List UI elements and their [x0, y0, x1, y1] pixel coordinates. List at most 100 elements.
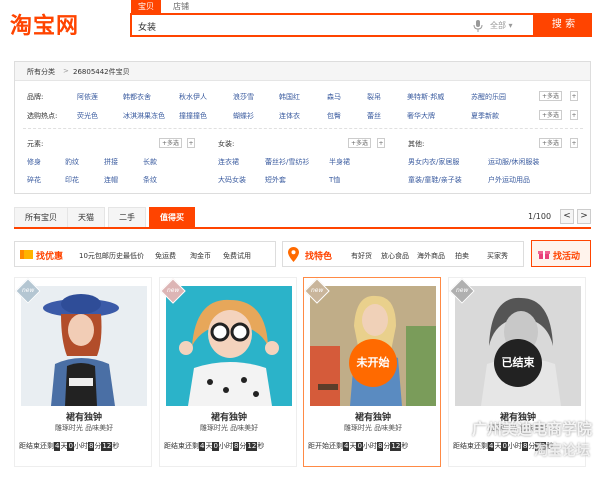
find-activity-button[interactable]: 找活动 — [531, 240, 591, 267]
countdown-prefix: 距结束还剩 — [164, 442, 199, 450]
style-item[interactable]: 条纹 — [143, 175, 157, 185]
tab-second-hand[interactable]: 二手 — [108, 207, 146, 227]
women-item[interactable]: 蕾丝衫/雪纺衫 — [265, 157, 309, 167]
tab-all-items[interactable]: 所有宝贝 — [14, 207, 68, 227]
special-title[interactable]: 找特色 — [305, 249, 332, 262]
hot-item[interactable]: 包臀 — [327, 111, 341, 121]
countdown: 距开始还剩4天0小时8分12秒 — [308, 441, 440, 451]
women-item[interactable]: 半身裙 — [329, 157, 350, 167]
tab-worth-buying[interactable]: 值得买 — [149, 207, 195, 227]
brand-expand-button[interactable]: + — [570, 91, 578, 101]
hot-expand-button[interactable]: + — [570, 110, 578, 120]
brand-item[interactable]: 裂帛 — [367, 92, 381, 102]
brand-item[interactable]: 秋水伊人 — [179, 92, 207, 102]
search-box[interactable]: 女装 全部 ▾ — [130, 13, 535, 37]
other-item[interactable]: 童装/童鞋/亲子装 — [408, 175, 462, 185]
brand-item[interactable]: 阿依莲 — [77, 92, 98, 102]
style-item[interactable]: 豹纹 — [65, 157, 79, 167]
card-title[interactable]: 裙有独钟 — [15, 410, 151, 423]
discount-title[interactable]: 找优惠 — [36, 249, 63, 262]
hot-item[interactable]: 连体衣 — [279, 111, 300, 121]
new-badge-label: new — [22, 287, 35, 294]
location-pin-icon — [288, 247, 299, 262]
hot-item[interactable]: 撞撞撞色 — [179, 111, 207, 121]
hot-item[interactable]: 蕾丝 — [367, 111, 381, 121]
special-box: 找特色 有好货 放心食品 海外商品 拍卖 买家秀 — [282, 241, 524, 267]
hot-item[interactable]: 奢华大牌 — [407, 111, 435, 121]
style-expand-button[interactable]: + — [187, 138, 195, 148]
style-item[interactable]: 长款 — [143, 157, 157, 167]
card-title[interactable]: 裙有独钟 — [304, 410, 440, 423]
special-link[interactable]: 买家秀 — [487, 251, 508, 261]
special-link[interactable]: 有好货 — [351, 251, 372, 261]
microphone-icon[interactable] — [472, 19, 484, 33]
other-multi-select-button[interactable]: +多选 — [539, 138, 563, 148]
women-item[interactable]: 连衣裙 — [218, 157, 239, 167]
style-item[interactable]: 连帽 — [104, 175, 118, 185]
discount-link[interactable]: 淘金币 — [190, 251, 211, 261]
style-item[interactable]: 拼接 — [104, 157, 118, 167]
discount-link[interactable]: 历史最低价 — [109, 251, 144, 261]
hours-unit: 小时 — [73, 442, 88, 450]
next-page-button[interactable]: > — [577, 209, 591, 224]
women-multi-select-button[interactable]: +多选 — [348, 138, 372, 148]
filter-panel: 所有分类 > 26805442件宝贝 品牌: 阿依莲 韩都衣舍 秋水伊人 浪莎雪 韩国红… — [14, 61, 591, 194]
seconds-unit: 秒 — [112, 442, 120, 450]
seconds-unit: 秒 — [257, 442, 265, 450]
brand-item[interactable]: 韩国红 — [279, 92, 300, 102]
find-activity-label: 找活动 — [553, 252, 581, 262]
hours-unit: 小时 — [507, 442, 522, 450]
hot-item[interactable]: 冰淇淋果冻色 — [123, 111, 165, 121]
countdown-prefix: 距结束还剩 — [19, 442, 54, 450]
product-card[interactable]: new 裙有独钟 雕琢时光 品味美好 距结束还剩4天0小时8分12秒 — [14, 277, 152, 467]
brand-item[interactable]: 森马 — [327, 92, 341, 102]
style-multi-select-button[interactable]: +多选 — [159, 138, 183, 148]
special-link[interactable]: 拍卖 — [455, 251, 469, 261]
brand-item[interactable]: 韩都衣舍 — [123, 92, 151, 102]
other-label: 其他: — [408, 140, 425, 148]
coupon-icon — [20, 250, 33, 259]
hot-item[interactable]: 夏季新款 — [471, 111, 499, 121]
prev-page-button[interactable]: < — [560, 209, 574, 224]
product-image[interactable] — [21, 286, 147, 406]
special-link[interactable]: 放心食品 — [381, 251, 409, 261]
style-label: 元素: — [27, 140, 44, 148]
other-item[interactable]: 户外运动用品 — [488, 175, 530, 185]
product-card[interactable]: new 裙有独钟 雕琢时光 品味美好 距结束还剩4天0小时8分12秒 — [159, 277, 297, 467]
women-item[interactable]: T恤 — [329, 175, 340, 185]
hot-item[interactable]: 蝴蝶衫 — [233, 111, 254, 121]
other-expand-button[interactable]: + — [570, 138, 578, 148]
search-input[interactable]: 女装 — [138, 20, 156, 33]
search-tab-shops[interactable]: 店铺 — [166, 0, 196, 13]
hot-multi-select-button[interactable]: +多选 — [539, 110, 563, 120]
style-item[interactable]: 印花 — [65, 175, 79, 185]
days-unit: 天 — [494, 442, 502, 450]
discount-link[interactable]: 10元包邮 — [79, 251, 109, 261]
other-item[interactable]: 男女内衣/家居服 — [408, 157, 459, 167]
search-tab-items[interactable]: 宝贝 — [131, 0, 161, 13]
tab-tmall[interactable]: 天猫 — [67, 207, 105, 227]
breadcrumb-root[interactable]: 所有分类 — [27, 67, 55, 77]
product-card[interactable]: new 未开始 裙有独钟 雕琢时光 品味美好 距开始还剩4天0小时8分12秒 — [303, 277, 441, 467]
special-link[interactable]: 海外商品 — [417, 251, 445, 261]
brand-multi-select-button[interactable]: +多选 — [539, 91, 563, 101]
women-expand-button[interactable]: + — [377, 138, 385, 148]
women-item[interactable]: 短外套 — [265, 175, 286, 185]
taobao-logo[interactable]: 淘宝网 — [10, 8, 79, 40]
style-item[interactable]: 修身 — [27, 157, 41, 167]
other-item[interactable]: 运动服/休闲服装 — [488, 157, 539, 167]
search-button[interactable]: 搜 索 — [535, 13, 592, 37]
hot-label: 选购热点: — [27, 112, 58, 120]
card-title[interactable]: 裙有独钟 — [160, 410, 296, 423]
discount-link[interactable]: 免运费 — [155, 251, 176, 261]
product-image[interactable] — [166, 286, 292, 406]
brand-item[interactable]: 苏醒的乐园 — [471, 92, 506, 102]
style-item[interactable]: 碎花 — [27, 175, 41, 185]
brand-item[interactable]: 美特斯·邦威 — [407, 92, 444, 102]
discount-link[interactable]: 免费试用 — [223, 251, 251, 261]
women-item[interactable]: 大码女装 — [218, 175, 246, 185]
brand-item[interactable]: 浪莎雪 — [233, 92, 254, 102]
category-select[interactable]: 全部 ▾ — [490, 20, 513, 31]
countdown-seconds: 12 — [246, 442, 258, 451]
hot-item[interactable]: 荧光色 — [77, 111, 98, 121]
